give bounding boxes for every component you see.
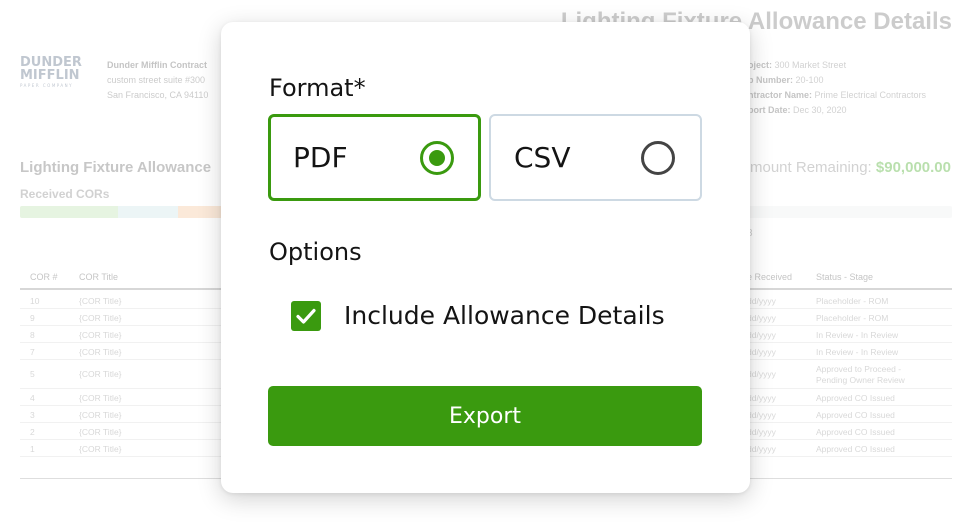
- cell-cor-title: {COR Title}: [79, 313, 122, 323]
- cell-date-received: dd/yyyy: [747, 313, 776, 323]
- format-option-csv[interactable]: CSV: [489, 114, 702, 201]
- cell-status-stage: Placeholder - ROM: [816, 313, 889, 323]
- format-option-csv-label: CSV: [514, 141, 571, 174]
- report-meta: oject: 300 Market Street b Number: 20-10…: [748, 58, 926, 118]
- radio-selected-icon[interactable]: [420, 141, 454, 175]
- company-logo: DUNDER MIFFLIN PAPER COMPANY: [20, 56, 86, 88]
- progress-segment: [178, 206, 226, 218]
- cell-status-stage: Placeholder - ROM: [816, 296, 889, 306]
- received-cors-label: Received CORs: [20, 187, 110, 201]
- logo-line-2: MIFFLIN: [20, 68, 80, 83]
- cell-date-received: dd/yyyy: [747, 296, 776, 306]
- cell-status-stage: In Review - In Review: [816, 347, 899, 357]
- format-label: Format*: [269, 74, 366, 102]
- format-option-pdf-label: PDF: [293, 141, 348, 174]
- cell-status-stage-line-2: Pending Owner Review: [816, 375, 905, 385]
- cell-date-received: dd/yyyy: [747, 369, 776, 379]
- cell-cor-number: 4: [30, 393, 35, 403]
- cell-cor-title: {COR Title}: [79, 427, 122, 437]
- company-address-1: custom street suite #300: [107, 75, 206, 85]
- cell-cor-number: 7: [30, 347, 35, 357]
- cell-date-received: dd/yyyy: [747, 410, 776, 420]
- meta-job-number: b Number: 20-100: [748, 75, 824, 85]
- cell-cor-number: 8: [30, 330, 35, 340]
- cell-date-received: dd/yyyy: [747, 393, 776, 403]
- meta-contractor: ntractor Name: Prime Electrical Contract…: [748, 90, 927, 100]
- cell-cor-number: 5: [30, 369, 35, 379]
- cell-cor-title: {COR Title}: [79, 347, 122, 357]
- checkbox-checked-icon[interactable]: [291, 301, 321, 331]
- cell-cor-title: {COR Title}: [79, 393, 122, 403]
- cell-cor-number: 2: [30, 427, 35, 437]
- cell-date-received: dd/yyyy: [747, 427, 776, 437]
- col-status-stage: Status - Stage: [816, 272, 874, 282]
- options-label: Options: [269, 238, 362, 266]
- cell-cor-number: 9: [30, 313, 35, 323]
- export-button[interactable]: Export: [268, 386, 702, 446]
- amount-remaining-label: mount Remaining:: [750, 159, 872, 176]
- meta-report-date: port Date: Dec 30, 2020: [748, 105, 847, 115]
- cell-date-received: dd/yyyy: [747, 347, 776, 357]
- company-name: Dunder Mifflin Contract: [107, 60, 207, 70]
- company-address-2: San Francisco, CA 94110: [107, 90, 209, 100]
- amount-remaining: mount Remaining: $90,000.00: [750, 159, 951, 176]
- cell-status-stage: Approved CO Issued: [816, 410, 895, 420]
- cell-status-stage: Approved CO Issued: [816, 444, 895, 454]
- cell-date-received: dd/yyyy: [747, 330, 776, 340]
- radio-unselected-icon[interactable]: [641, 141, 675, 175]
- company-info: Dunder Mifflin Contract custom street su…: [107, 58, 208, 103]
- cell-cor-title: {COR Title}: [79, 369, 122, 379]
- export-dialog: Format* PDF CSV Options Include Allowanc…: [221, 22, 750, 493]
- cell-status-stage: Approved to Proceed -: [816, 364, 902, 374]
- cell-cor-number: 1: [30, 444, 35, 454]
- cell-status-stage: Approved CO Issued: [816, 393, 895, 403]
- include-allowance-details-label: Include Allowance Details: [344, 301, 665, 330]
- cell-date-received: dd/yyyy: [747, 444, 776, 454]
- cell-status-stage: In Review - In Review: [816, 330, 899, 340]
- col-cor-title: COR Title: [79, 272, 119, 282]
- progress-segment: [117, 206, 179, 218]
- progress-segment: [20, 206, 118, 218]
- cell-cor-title: {COR Title}: [79, 296, 122, 306]
- col-cor-number: COR #: [30, 272, 58, 282]
- cell-cor-title: {COR Title}: [79, 330, 122, 340]
- logo-tagline: PAPER COMPANY: [20, 83, 74, 88]
- cell-cor-title: {COR Title}: [79, 444, 122, 454]
- format-option-pdf[interactable]: PDF: [268, 114, 481, 201]
- allowance-section-title: Lighting Fixture Allowance: [20, 159, 212, 176]
- cell-cor-title: {COR Title}: [79, 410, 122, 420]
- meta-project: oject: 300 Market Street: [748, 60, 847, 70]
- amount-remaining-value: $90,000.00: [875, 159, 951, 176]
- cell-status-stage: Approved CO Issued: [816, 427, 895, 437]
- cell-cor-number: 10: [30, 296, 40, 306]
- col-date-received: e Received: [747, 272, 793, 282]
- cell-cor-number: 3: [30, 410, 35, 420]
